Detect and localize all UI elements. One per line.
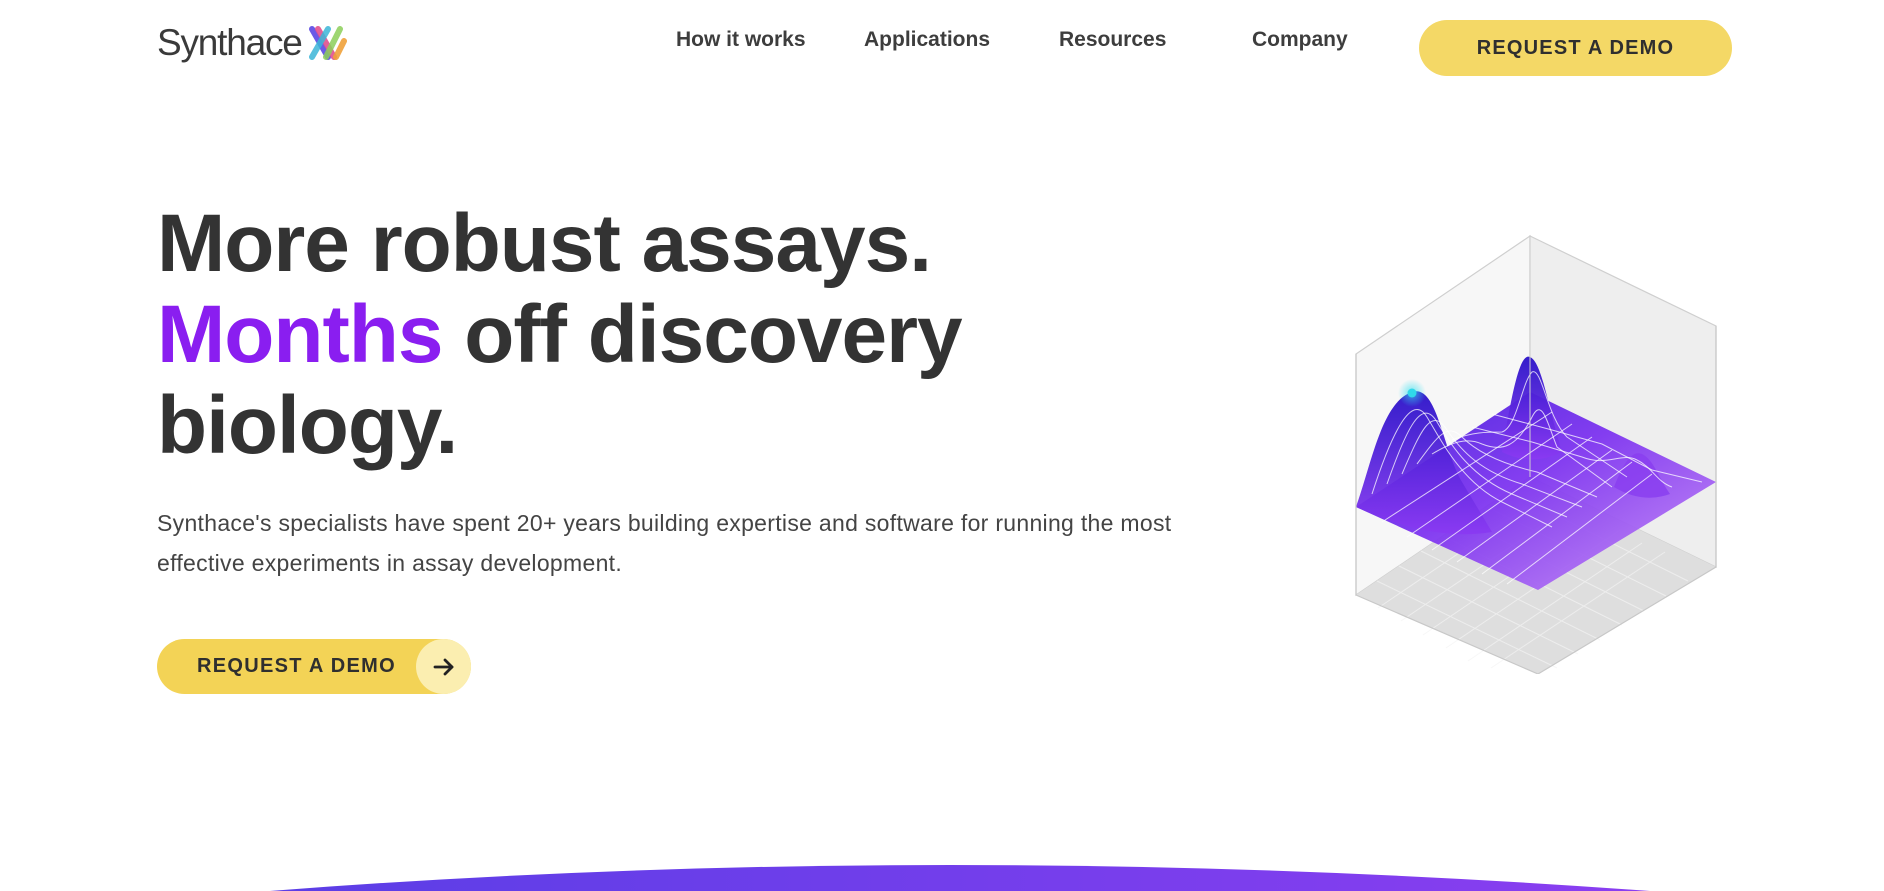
nav-company[interactable]: Company bbox=[1252, 28, 1348, 52]
bottom-gradient-band bbox=[270, 865, 1650, 891]
header-request-demo-button[interactable]: REQUEST A DEMO bbox=[1419, 20, 1732, 76]
headline-accent-word: Months bbox=[157, 289, 443, 380]
headline-line-3: biology. bbox=[157, 380, 458, 471]
headline-line-1: More robust assays. bbox=[157, 198, 932, 289]
nav-applications[interactable]: Applications bbox=[864, 28, 990, 52]
nav-resources[interactable]: Resources bbox=[1059, 28, 1166, 52]
hero-headline: More robust assays. Months off discovery… bbox=[157, 198, 1057, 471]
brand-logo[interactable]: Synthace bbox=[157, 22, 348, 64]
hero-subtext: Synthace's specialists have spent 20+ ye… bbox=[157, 510, 1172, 576]
arrow-right-icon bbox=[416, 639, 471, 694]
site-header: Synthace How it works Applications Resou… bbox=[0, 0, 1884, 95]
brand-name: Synthace bbox=[157, 22, 303, 63]
surface-plot-illustration bbox=[1355, 234, 1717, 674]
hero-request-demo-label: REQUEST A DEMO bbox=[197, 655, 396, 677]
headline-line-2-rest: off discovery bbox=[442, 289, 962, 380]
hero-request-demo-button[interactable]: REQUEST A DEMO bbox=[157, 639, 471, 694]
headline-line-2: Months off discovery bbox=[157, 289, 1057, 380]
synthace-logo-icon bbox=[308, 26, 347, 60]
nav-how-it-works[interactable]: How it works bbox=[676, 28, 806, 52]
